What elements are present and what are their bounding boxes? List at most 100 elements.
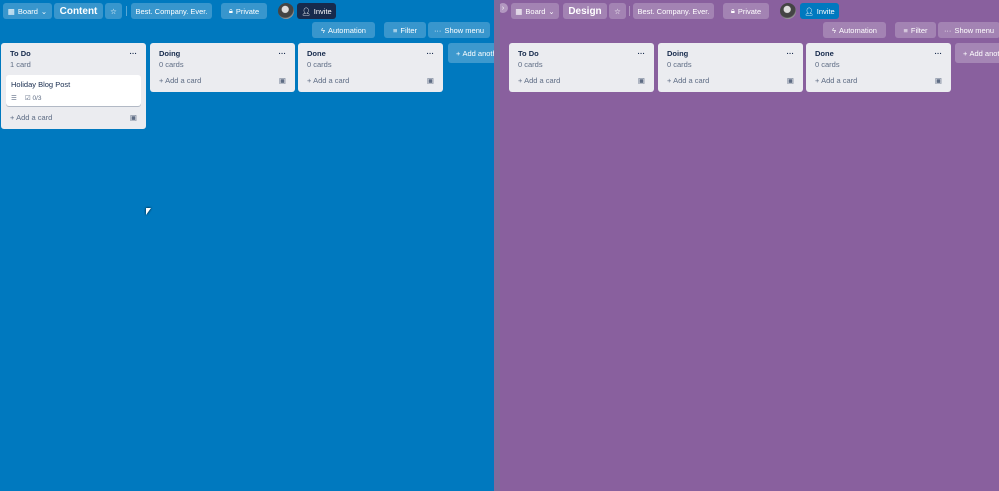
filter-label: Filter [910,25,928,35]
more-icon[interactable]: ··· [427,49,435,58]
automation-label: Automation [839,25,877,35]
list-title[interactable]: To Do [10,49,31,58]
team-button[interactable]: Best. Company. Ever. [633,3,714,19]
lock-icon: 🔒︎ [228,6,233,15]
template-icon[interactable]: ▣ [787,76,794,85]
more-icon[interactable]: ··· [638,49,646,58]
list-title[interactable]: Done [815,49,834,58]
add-card-label: Add a card [524,76,561,85]
invite-label: Invite [313,6,332,16]
filter-icon: ≡ [903,25,908,35]
more-icon: ··· [433,25,442,35]
description-icon: ☰ [11,95,17,102]
invite-label: Invite [816,6,835,16]
checklist-badge: ☑ 0/3 [25,94,42,102]
card-count: 1 card [10,60,31,69]
board-view-switcher[interactable]: ▦ Board ⌄ [511,3,559,19]
show-menu-button[interactable]: ··· Show menu [938,22,999,38]
template-icon[interactable]: ▣ [130,113,137,122]
add-list-button[interactable]: + Add another list [448,43,494,63]
invite-button[interactable]: 👤︎ Invite [297,3,336,19]
show-menu-label: Show menu [954,25,995,35]
card-count: 0 cards [815,60,840,69]
visibility-button[interactable]: 🔒︎ Private [723,3,769,19]
more-icon[interactable]: ··· [787,49,795,58]
user-add-icon: 👤︎ [804,6,814,16]
board-icon: ▦ [7,6,15,16]
add-card-button[interactable]: + Add a card [667,76,709,85]
lock-icon: 🔒︎ [730,6,735,15]
automation-button[interactable]: ϟ Automation [312,22,375,38]
list-title[interactable]: Doing [159,49,180,58]
card-title: Holiday Blog Post [11,80,71,89]
divider [629,6,630,16]
chevron-right-icon[interactable]: › [500,3,508,13]
avatar[interactable] [278,3,294,19]
card-count: 0 cards [518,60,543,69]
list-title[interactable]: Done [307,49,326,58]
add-card-button[interactable]: + Add a card [815,76,857,85]
automation-label: Automation [328,25,366,35]
add-card-button[interactable]: + Add a card [10,113,52,122]
card-count: 0 cards [667,60,692,69]
filter-label: Filter [400,25,418,35]
filter-icon: ≡ [392,25,398,35]
more-icon[interactable]: ··· [935,49,943,58]
list-doing: Doing ··· 0 cards + Add a card ▣ [150,43,295,92]
list-done: Done ··· 0 cards + Add a card ▣ [806,43,951,92]
list-done: Done ··· 0 cards + Add a card ▣ [298,43,443,92]
more-icon: ··· [943,25,952,35]
template-icon[interactable]: ▣ [279,76,286,85]
mouse-cursor-icon [146,208,151,215]
list-doing: Doing ··· 0 cards + Add a card ▣ [658,43,803,92]
card[interactable]: Holiday Blog Post ☰ ☑ 0/3 [6,75,141,106]
add-card-label: Add a card [313,76,350,85]
team-button[interactable]: Best. Company. Ever. [131,3,212,19]
template-icon[interactable]: ▣ [427,76,434,85]
template-icon[interactable]: ▣ [638,76,645,85]
template-icon[interactable]: ▣ [935,76,942,85]
add-card-label: Add a card [165,76,202,85]
invite-button[interactable]: 👤︎ Invite [800,3,839,19]
user-add-icon: 👤︎ [301,6,311,16]
visibility-button[interactable]: 🔒︎ Private [221,3,267,19]
view-label: Board [525,6,546,16]
visibility-label: Private [737,6,762,16]
content-board-pane: ▦ Board ⌄ Content ☆ Best. Company. Ever. 🔒… [0,0,494,491]
list-title[interactable]: To Do [518,49,539,58]
avatar[interactable] [780,3,796,19]
filter-button[interactable]: ≡ Filter [384,22,426,38]
design-board-pane: › ▦ Board ⌄ Design ☆ Best. Company. Ever. … [500,0,999,491]
visibility-label: Private [235,6,260,16]
filter-button[interactable]: ≡ Filter [895,22,936,38]
add-card-button[interactable]: + Add a card [307,76,349,85]
add-card-label: Add a card [673,76,710,85]
card-count: 0 cards [159,60,184,69]
list-to-do: To Do ··· 1 card Holiday Blog Post ☰ ☑ 0/3… [1,43,146,129]
star-icon[interactable]: ☆ [105,3,122,19]
automation-button[interactable]: ϟ Automation [823,22,886,38]
board-icon: ▦ [515,6,523,16]
star-icon[interactable]: ☆ [609,3,626,19]
add-card-label: Add a card [16,113,53,122]
show-menu-label: Show menu [444,25,485,35]
show-menu-button[interactable]: ··· Show menu [428,22,490,38]
card-count: 0 cards [307,60,332,69]
add-list-label: Add another list [969,48,999,58]
more-icon[interactable]: ··· [279,49,287,58]
add-list-button[interactable]: + Add another list [955,43,999,63]
add-card-button[interactable]: + Add a card [518,76,560,85]
bolt-icon: ϟ [832,25,837,35]
board-title[interactable]: Design [563,3,607,19]
list-title[interactable]: Doing [667,49,688,58]
chevron-down-icon: ⌄ [40,6,48,16]
add-list-label: Add another list [462,48,494,58]
board-title[interactable]: Content [54,3,103,19]
checklist-count: 0/3 [32,95,42,102]
add-card-button[interactable]: + Add a card [159,76,201,85]
view-label: Board [17,6,38,16]
divider [126,6,127,16]
bolt-icon: ϟ [321,25,326,35]
more-icon[interactable]: ··· [130,49,138,58]
board-view-switcher[interactable]: ▦ Board ⌄ [3,3,52,19]
